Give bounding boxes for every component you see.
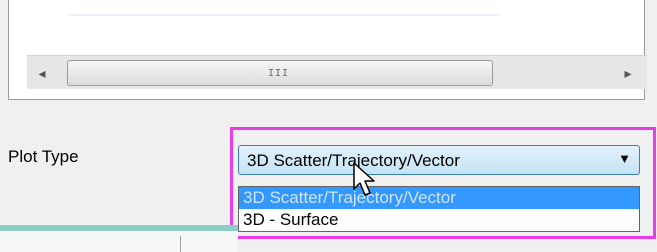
scroll-left-arrow-icon[interactable]: ◂ [27, 60, 57, 86]
scroll-right-arrow-icon[interactable]: ▸ [613, 60, 643, 86]
list-row-faint [69, 14, 499, 16]
bottom-pane [0, 231, 238, 252]
bottom-pane-divider [180, 236, 181, 252]
plot-type-option-scatter[interactable]: 3D Scatter/Trajectory/Vector [239, 187, 639, 209]
horizontal-scrollbar[interactable]: ◂ III ▸ [27, 55, 647, 89]
plot-type-option-surface[interactable]: 3D - Surface [239, 209, 639, 231]
mouse-cursor-icon [353, 162, 375, 196]
plot-type-select[interactable]: 3D Scatter/Trajectory/Vector ▼ [238, 145, 640, 175]
list-box[interactable]: ◂ III ▸ [8, 0, 647, 100]
scrollbar-thumb[interactable]: III [67, 60, 493, 86]
plot-type-label: Plot Type [8, 147, 79, 166]
plot-type-dropdown-list: 3D Scatter/Trajectory/Vector 3D - Surfac… [238, 186, 640, 232]
scrollbar-grip-icon: III [268, 68, 290, 79]
dialog-panel: ◂ III ▸ Plot Type 3D Scatter/Trajectory/… [0, 0, 657, 252]
chevron-down-icon[interactable]: ▼ [618, 151, 631, 166]
